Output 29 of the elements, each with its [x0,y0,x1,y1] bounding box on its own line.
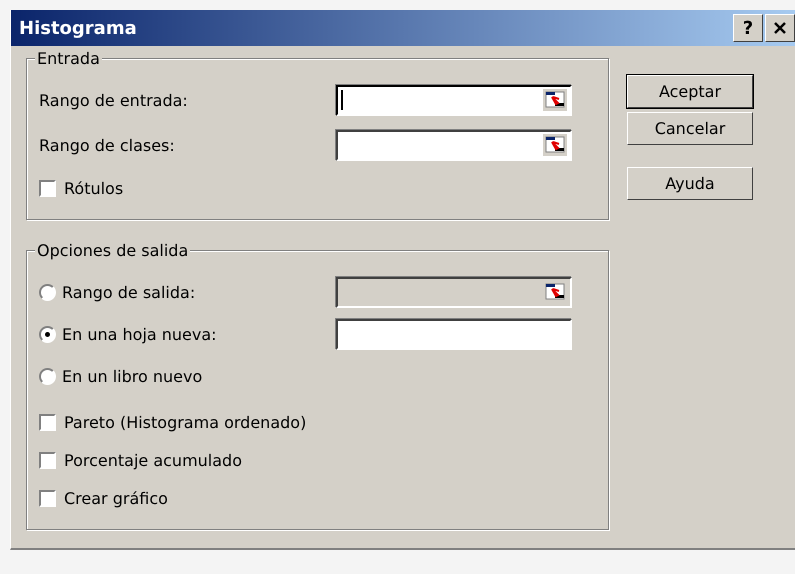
checkbox[interactable] [39,180,56,196]
dialog-button[interactable]: Ayuda [627,167,753,200]
checkbox-label: Crear gráfico [64,488,168,508]
window-title: Histograma [19,18,137,38]
range-field[interactable] [336,84,572,116]
radio-button[interactable] [39,326,56,342]
field-label: Rango de entrada: [39,90,189,110]
radio-button[interactable] [39,284,56,300]
range-picker-icon[interactable] [543,89,567,111]
dialog-button[interactable]: Aceptar [627,75,753,108]
checkbox[interactable] [39,452,56,468]
radio-label: En un libro nuevo [62,366,202,386]
close-button[interactable] [765,14,795,42]
range-picker-icon[interactable] [543,134,567,156]
range-field[interactable] [336,130,572,160]
radio-button[interactable] [39,368,56,384]
help-button[interactable]: ? [733,14,763,42]
radio-label: En una hoja nueva: [62,324,217,344]
checkbox-label: Porcentaje acumulado [64,450,242,470]
checkbox[interactable] [39,414,56,430]
group-title: Opciones de salida [35,241,190,260]
field-label: Rango de clases: [39,136,176,154]
dialog-button[interactable]: Cancelar [627,112,753,145]
close-icon [773,21,787,35]
radio-label: Rango de salida: [62,282,196,302]
checkbox-label: Rótulos [64,178,124,198]
checkbox-label: Pareto (Histograma ordenado) [64,412,306,432]
checkbox[interactable] [39,490,56,506]
text-field[interactable] [336,318,572,350]
